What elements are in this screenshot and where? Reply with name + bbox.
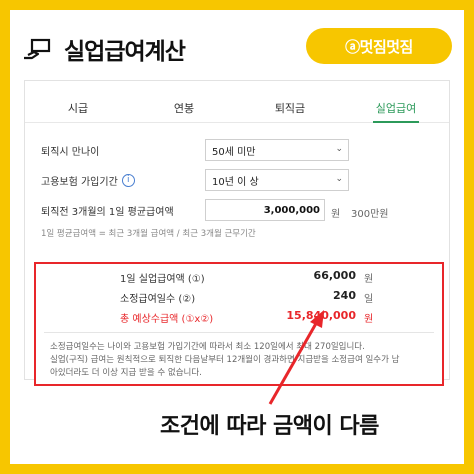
page-title: 실업급여계산 (64, 39, 186, 65)
benefit-days-label: 소정급여일수 (②) (120, 294, 196, 305)
caption-text: 조건에 따라 금액이 다름 (160, 414, 379, 439)
age-select[interactable]: 50세 미만 ⌄ (205, 139, 349, 161)
tab-annual-salary[interactable]: 연봉 (131, 93, 237, 122)
benefit-days-unit: 일 (364, 294, 374, 305)
tab-hourly[interactable]: 시급 (25, 93, 131, 122)
tab-unemployment[interactable]: 실업급여 (343, 93, 449, 123)
wage-amount-hint: 300만원 (351, 209, 389, 220)
hand-card-icon (24, 38, 51, 60)
period-select[interactable]: 10년 이 상 ⌄ (205, 169, 349, 191)
period-select-value: 10년 이 상 (212, 176, 259, 188)
age-select-value: 50세 미만 (212, 146, 256, 158)
results-box: 1일 실업급여액 (①) 66,000 원 소정급여일수 (②) 240 일 총… (34, 262, 444, 386)
info-icon[interactable]: i (121, 173, 135, 187)
wage-label: 퇴직전 3개월의 1일 평균급여액 (41, 206, 174, 218)
brand-badge: ⓐ멋짐멋짐 (306, 28, 452, 64)
daily-benefit-label: 1일 실업급여액 (①) (120, 274, 205, 285)
tab-severance[interactable]: 퇴직금 (237, 93, 343, 122)
wage-input[interactable]: 3,000,000 (205, 199, 325, 221)
note-line-3: 아있더라도 더 이상 지급 받을 수 없습니다. (50, 368, 202, 378)
age-label: 퇴직시 만나이 (41, 146, 100, 158)
daily-benefit-value: 66,000 (313, 269, 356, 282)
chevron-down-icon: ⌄ (335, 174, 343, 184)
total-benefit-unit: 원 (364, 314, 374, 325)
formula-hint: 1일 평균급여액 = 최근 3개월 급여액 / 최근 3개월 근무기간 (41, 229, 256, 239)
total-benefit-value: 15,840,000 (286, 309, 356, 322)
note-line-2: 실업(구직) 급여는 원칙적으로 퇴직한 다음날부터 12개월이 경과하면 지급… (50, 355, 400, 365)
wage-row: 퇴직전 3개월의 1일 평균급여액 (41, 199, 174, 221)
wage-unit: 원 (331, 209, 341, 220)
period-label: 고용보험 가입기간 (41, 176, 118, 188)
note-line-1: 소정급여일수는 나이와 고용보험 가입기간에 따라서 최소 120일에서 최대 … (50, 342, 365, 352)
total-benefit-label: 총 예상수급액 (①x②) (120, 314, 214, 325)
chevron-down-icon: ⌄ (335, 144, 343, 154)
period-row: 고용보험 가입기간 i (41, 169, 135, 191)
daily-benefit-unit: 원 (364, 274, 374, 285)
tab-bar: 시급 연봉 퇴직금 실업급여 (25, 93, 449, 123)
age-row: 퇴직시 만나이 (41, 139, 99, 161)
results-divider (44, 332, 434, 333)
benefit-days-value: 240 (333, 289, 356, 302)
